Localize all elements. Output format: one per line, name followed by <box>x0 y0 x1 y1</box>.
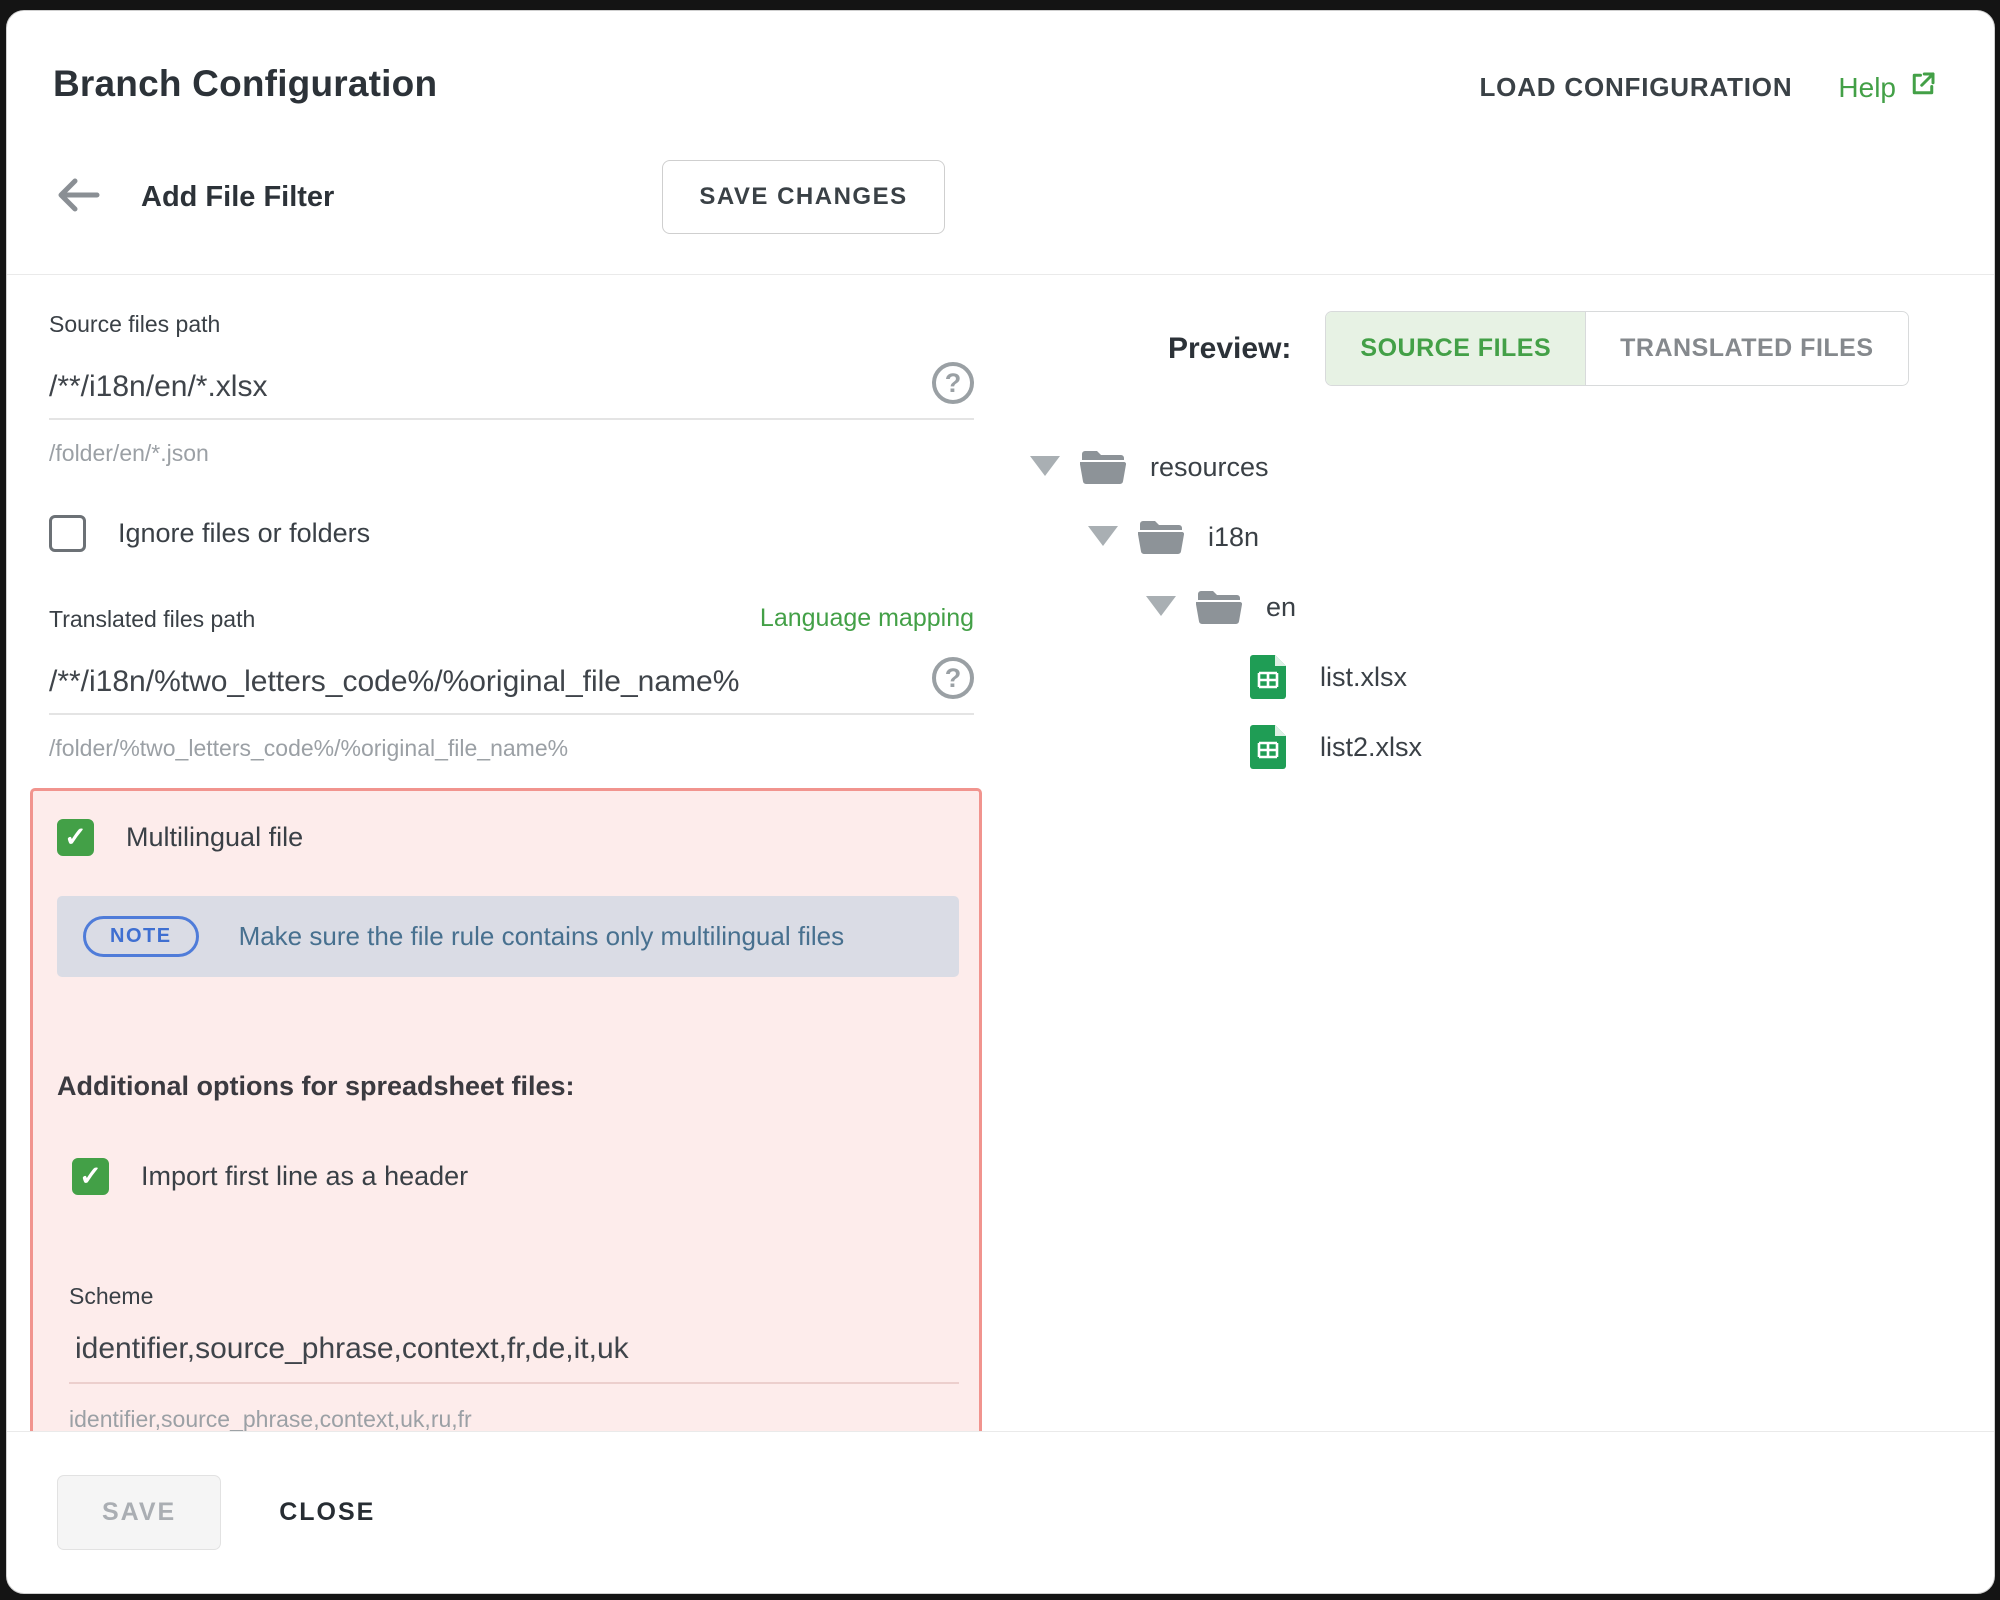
help-link-label: Help <box>1838 72 1896 104</box>
dialog-body: Source files path /**/i18n/en/*.xlsx ? /… <box>7 275 1994 1431</box>
back-button[interactable] <box>53 176 105 218</box>
help-icon[interactable]: ? <box>932 362 974 404</box>
caret-down-icon[interactable] <box>1146 596 1176 618</box>
note-text: Make sure the file rule contains only mu… <box>239 921 845 952</box>
external-link-icon <box>1908 69 1938 106</box>
multilingual-checkbox[interactable]: ✓ <box>57 819 94 856</box>
file-tree: resources i18n en <box>1030 444 1994 770</box>
scheme-input[interactable]: identifier,source_phrase,context,fr,de,i… <box>75 1332 629 1365</box>
tree-file-list2-xlsx[interactable]: list2.xlsx <box>1030 724 1994 770</box>
ignore-files-checkbox[interactable] <box>49 515 86 552</box>
translated-files-path-input[interactable]: /**/i18n/%two_letters_code%/%original_fi… <box>49 665 918 699</box>
arrow-left-icon <box>53 175 103 220</box>
spreadsheet-file-icon <box>1250 655 1298 699</box>
tree-folder-resources[interactable]: resources <box>1030 444 1994 490</box>
translated-files-path-hint: /folder/%two_letters_code%/%original_fil… <box>49 735 974 762</box>
import-header-label: Import first line as a header <box>141 1161 468 1192</box>
translated-files-path-label: Translated files path <box>49 606 255 633</box>
note-banner: NOTE Make sure the file rule contains on… <box>57 896 959 977</box>
caret-down-icon[interactable] <box>1088 526 1118 548</box>
help-link[interactable]: Help <box>1838 69 1938 106</box>
multilingual-checkbox-row[interactable]: ✓ Multilingual file <box>57 819 959 856</box>
scheme-field[interactable]: identifier,source_phrase,context,fr,de,i… <box>69 1310 959 1384</box>
tree-folder-i18n[interactable]: i18n <box>1030 514 1994 560</box>
add-file-filter-title: Add File Filter <box>141 181 334 214</box>
screen-background: Branch Configuration LOAD CONFIGURATION … <box>0 0 2000 1600</box>
folder-icon <box>1196 589 1244 625</box>
import-header-checkbox[interactable]: ✓ <box>72 1158 109 1195</box>
spreadsheet-file-icon <box>1250 725 1298 769</box>
tree-item-label: resources <box>1150 452 1269 483</box>
source-files-path-input[interactable]: /**/i18n/en/*.xlsx <box>49 370 918 404</box>
source-files-path-label: Source files path <box>49 311 974 338</box>
caret-down-icon[interactable] <box>1030 456 1060 478</box>
preview-label: Preview: <box>1168 332 1291 366</box>
tree-item-label: list.xlsx <box>1320 662 1407 693</box>
help-icon[interactable]: ? <box>932 657 974 699</box>
folder-icon <box>1080 449 1128 485</box>
note-badge: NOTE <box>83 916 199 957</box>
ignore-files-checkbox-row[interactable]: Ignore files or folders <box>49 515 974 552</box>
multilingual-label: Multilingual file <box>126 822 303 853</box>
dialog-header: Branch Configuration LOAD CONFIGURATION … <box>7 11 1994 275</box>
language-mapping-link[interactable]: Language mapping <box>760 604 974 633</box>
file-filter-form: Source files path /**/i18n/en/*.xlsx ? /… <box>49 311 974 1431</box>
multilingual-highlight-section: ✓ Multilingual file NOTE Make sure the f… <box>30 788 982 1431</box>
folder-icon <box>1138 519 1186 555</box>
spreadsheet-options-heading: Additional options for spreadsheet files… <box>57 1071 959 1102</box>
dialog-footer: SAVE CLOSE <box>7 1431 1994 1593</box>
check-icon: ✓ <box>79 1163 102 1190</box>
tree-item-label: list2.xlsx <box>1320 732 1422 763</box>
load-configuration-button[interactable]: LOAD CONFIGURATION <box>1480 72 1793 103</box>
scheme-label: Scheme <box>69 1283 959 1310</box>
source-files-path-hint: /folder/en/*.json <box>49 440 974 467</box>
tree-item-label: i18n <box>1208 522 1259 553</box>
ignore-files-label: Ignore files or folders <box>118 518 370 549</box>
translated-files-path-field[interactable]: /**/i18n/%two_letters_code%/%original_fi… <box>49 635 974 715</box>
save-button[interactable]: SAVE <box>57 1475 221 1550</box>
tree-folder-en[interactable]: en <box>1030 584 1994 630</box>
tree-file-list-xlsx[interactable]: list.xlsx <box>1030 654 1994 700</box>
scheme-hint: identifier,source_phrase,context,uk,ru,f… <box>69 1406 959 1431</box>
save-changes-button[interactable]: SAVE CHANGES <box>662 160 944 234</box>
tab-source-files[interactable]: SOURCE FILES <box>1326 312 1585 385</box>
close-button[interactable]: CLOSE <box>279 1498 375 1527</box>
tree-item-label: en <box>1266 592 1296 623</box>
branch-configuration-dialog: Branch Configuration LOAD CONFIGURATION … <box>6 10 1995 1594</box>
page-title: Branch Configuration <box>53 63 437 105</box>
preview-panel: Preview: SOURCE FILES TRANSLATED FILES r… <box>974 311 1994 1431</box>
check-icon: ✓ <box>64 824 87 851</box>
source-files-path-field[interactable]: /**/i18n/en/*.xlsx ? <box>49 340 974 420</box>
tab-translated-files[interactable]: TRANSLATED FILES <box>1585 312 1907 385</box>
import-header-checkbox-row[interactable]: ✓ Import first line as a header <box>72 1158 959 1195</box>
preview-toggle: SOURCE FILES TRANSLATED FILES <box>1325 311 1908 386</box>
